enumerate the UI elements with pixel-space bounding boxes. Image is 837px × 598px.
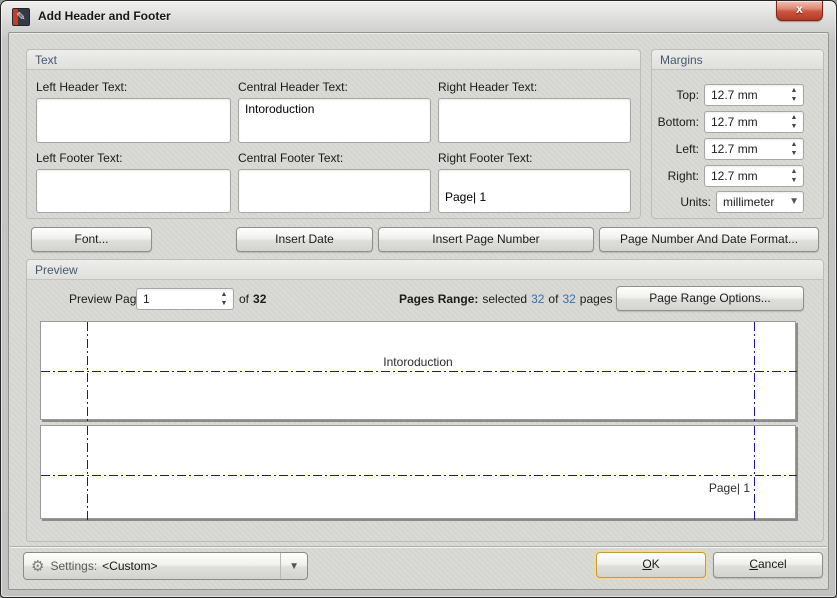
- margin-left-label: Left:: [651, 142, 699, 156]
- total-count: 32: [562, 292, 575, 306]
- close-button[interactable]: x: [776, 1, 823, 21]
- margin-bottom-value: 12.7 mm: [711, 115, 758, 129]
- gear-icon: ⚙: [31, 559, 44, 574]
- ok-button[interactable]: OK: [596, 552, 706, 578]
- chevron-down-icon[interactable]: ▼: [280, 553, 307, 579]
- settings-label: Settings:: [50, 559, 97, 573]
- pencil-glyph: ✎: [16, 11, 25, 23]
- spin-up-icon[interactable]: ▲: [787, 140, 801, 149]
- of-word: of: [548, 292, 558, 306]
- footer-separator: [10, 546, 827, 547]
- margin-left-spinner[interactable]: 12.7 mm ▲▼: [704, 138, 804, 160]
- of-word: of: [239, 292, 249, 306]
- margin-right-label: Right:: [651, 169, 699, 183]
- margin-top-label: Top:: [651, 88, 699, 102]
- font-button[interactable]: Font...: [31, 227, 152, 252]
- right-footer-text-input[interactable]: Page| 1: [438, 169, 631, 213]
- spin-down-icon[interactable]: ▼: [787, 149, 801, 158]
- pages-range-label: Pages Range:: [399, 292, 478, 306]
- preview-page-label: Preview Page: [69, 292, 143, 306]
- spin-up-icon[interactable]: ▲: [787, 86, 801, 95]
- margins-group-label: Margins: [660, 53, 703, 67]
- header-preview-page: Intoroduction: [40, 321, 796, 420]
- text-group-label: Text: [35, 53, 57, 67]
- preview-page-spinner[interactable]: 1 ▲▼: [136, 288, 234, 310]
- units-row: Units: millimeter ▼: [651, 191, 811, 213]
- settings-dropdown[interactable]: ⚙ Settings: <Custom> ▼: [23, 552, 308, 580]
- central-header-text-input[interactable]: Intoroduction: [238, 98, 431, 143]
- footer-preview-page: Page| 1: [40, 425, 796, 519]
- insert-page-number-button[interactable]: Insert Page Number: [378, 227, 594, 252]
- header-preview-text: Intoroduction: [41, 355, 795, 369]
- pages-word: pages: [580, 292, 613, 306]
- spin-up-icon[interactable]: ▲: [217, 290, 231, 299]
- units-dropdown[interactable]: millimeter ▼: [716, 191, 804, 213]
- cancel-button[interactable]: Cancel: [713, 552, 823, 578]
- total-pages: 32: [253, 292, 266, 306]
- left-header-text-input[interactable]: [36, 98, 231, 143]
- close-icon: x: [796, 2, 803, 16]
- spinner-buttons[interactable]: ▲▼: [787, 140, 801, 158]
- spin-down-icon[interactable]: ▼: [787, 95, 801, 104]
- margin-top-row: Top: 12.7 mm ▲▼: [651, 84, 811, 106]
- of-total-pages: of 32: [239, 292, 266, 306]
- left-footer-text-label: Left Footer Text:: [36, 151, 123, 165]
- right-footer-text-label: Right Footer Text:: [438, 151, 533, 165]
- text-group-header: Text: [27, 50, 640, 70]
- selected-count: 32: [531, 292, 544, 306]
- margin-left-value: 12.7 mm: [711, 142, 758, 156]
- preview-group-label: Preview: [35, 263, 78, 277]
- selected-word: selected: [482, 292, 527, 306]
- margin-bottom-spinner[interactable]: 12.7 mm ▲▼: [704, 111, 804, 133]
- left-header-text-label: Left Header Text:: [36, 80, 127, 94]
- central-header-text-label: Central Header Text:: [238, 80, 348, 94]
- right-header-text-label: Right Header Text:: [438, 80, 537, 94]
- spinner-buttons[interactable]: ▲▼: [787, 86, 801, 104]
- central-footer-text-label: Central Footer Text:: [238, 151, 343, 165]
- titlebar[interactable]: ✎ Add Header and Footer x: [1, 1, 836, 32]
- margin-left-row: Left: 12.7 mm ▲▼: [651, 138, 811, 160]
- pages-range-status: Pages Range: selected 32 of 32 pages: [399, 292, 613, 306]
- margin-bottom-row: Bottom: 12.7 mm ▲▼: [651, 111, 811, 133]
- dialog-title: Add Header and Footer: [38, 9, 171, 23]
- central-footer-text-input[interactable]: [238, 169, 431, 213]
- settings-value: <Custom>: [102, 559, 157, 573]
- margin-right-spinner[interactable]: 12.7 mm ▲▼: [704, 165, 804, 187]
- spin-down-icon[interactable]: ▼: [217, 299, 231, 308]
- margin-guides: [41, 426, 797, 520]
- margin-right-value: 12.7 mm: [711, 169, 758, 183]
- page-number-date-format-button[interactable]: Page Number And Date Format...: [599, 227, 819, 252]
- chevron-down-icon[interactable]: ▼: [789, 196, 799, 207]
- preview-group-header: Preview: [27, 260, 823, 280]
- spinner-buttons[interactable]: ▲▼: [787, 113, 801, 131]
- margin-guides: [41, 322, 797, 421]
- insert-date-button[interactable]: Insert Date: [236, 227, 373, 252]
- margin-bottom-label: Bottom:: [651, 115, 699, 129]
- preview-page-value: 1: [143, 292, 150, 306]
- right-header-text-input[interactable]: [438, 98, 631, 143]
- spin-up-icon[interactable]: ▲: [787, 113, 801, 122]
- app-pencil-icon: ✎: [12, 8, 30, 26]
- spin-down-icon[interactable]: ▼: [787, 122, 801, 131]
- spinner-buttons[interactable]: ▲▼: [217, 290, 231, 308]
- left-footer-text-input[interactable]: [36, 169, 231, 213]
- footer-preview-text: Page| 1: [709, 481, 750, 495]
- margin-right-row: Right: 12.7 mm ▲▼: [651, 165, 811, 187]
- add-header-footer-dialog: ✎ Add Header and Footer x Text Left Head…: [0, 0, 837, 598]
- margin-top-value: 12.7 mm: [711, 88, 758, 102]
- margins-group-header: Margins: [652, 50, 823, 70]
- spin-down-icon[interactable]: ▼: [787, 176, 801, 185]
- margin-top-spinner[interactable]: 12.7 mm ▲▼: [704, 84, 804, 106]
- page-range-options-button[interactable]: Page Range Options...: [616, 286, 804, 311]
- units-value: millimeter: [723, 195, 774, 209]
- spin-up-icon[interactable]: ▲: [787, 167, 801, 176]
- spinner-buttons[interactable]: ▲▼: [787, 167, 801, 185]
- units-label: Units:: [651, 195, 711, 209]
